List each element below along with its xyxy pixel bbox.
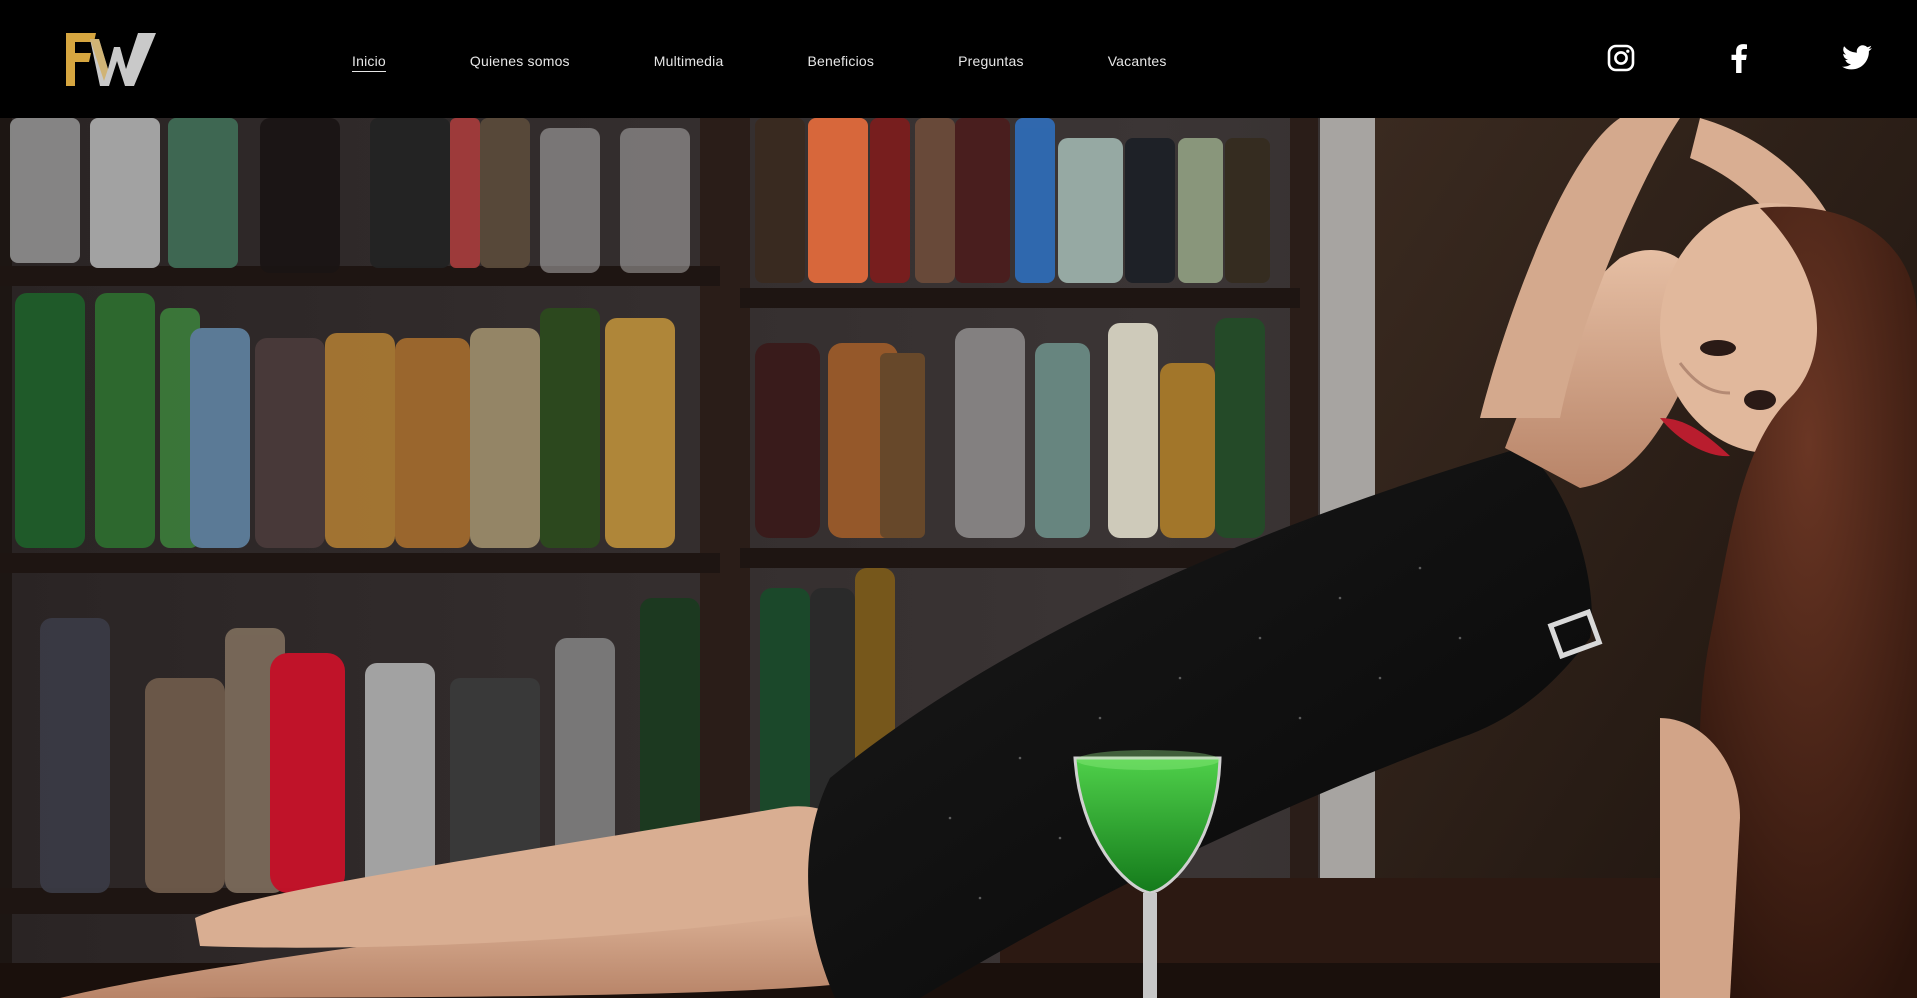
social-links — [1606, 42, 1872, 74]
logo[interactable] — [66, 33, 156, 86]
nav-item-quienes-somos[interactable]: Quienes somos — [470, 51, 570, 71]
nav-item-preguntas[interactable]: Preguntas — [958, 51, 1024, 71]
nav-item-beneficios[interactable]: Beneficios — [807, 51, 874, 71]
facebook-icon[interactable] — [1724, 43, 1754, 73]
site-header: Inicio Quienes somos Multimedia Benefici… — [0, 0, 1917, 118]
nav-item-inicio[interactable]: Inicio — [352, 51, 386, 72]
twitter-icon[interactable] — [1842, 43, 1872, 73]
main-nav: Inicio Quienes somos Multimedia Benefici… — [352, 49, 1251, 73]
nav-item-vacantes[interactable]: Vacantes — [1108, 51, 1167, 71]
hero-image — [0, 118, 1917, 998]
instagram-icon[interactable] — [1606, 43, 1636, 73]
nav-item-multimedia[interactable]: Multimedia — [654, 51, 724, 71]
